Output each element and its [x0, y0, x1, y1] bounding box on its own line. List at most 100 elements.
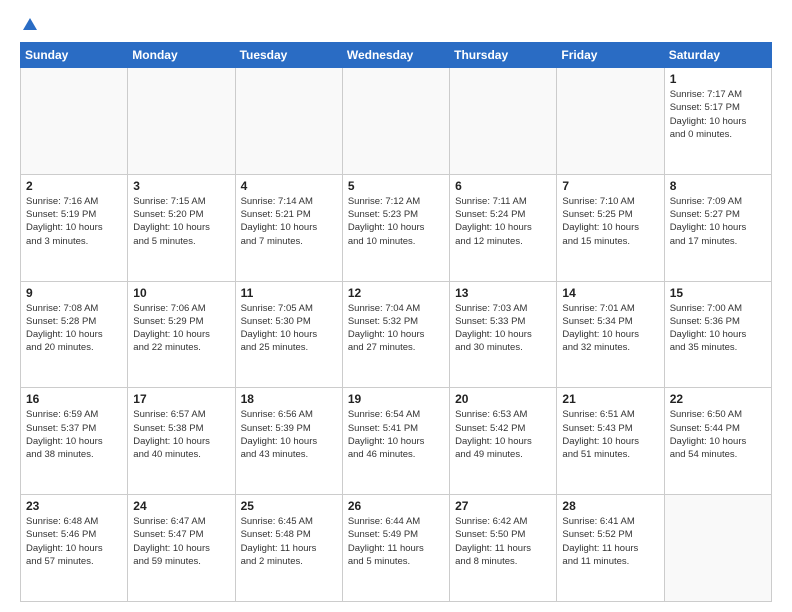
day-number: 3 [133, 179, 229, 193]
table-row: 24 Sunrise: 6:47 AM Sunset: 5:47 PM Dayli… [128, 495, 235, 602]
table-row: 16 Sunrise: 6:59 AM Sunset: 5:37 PM Dayli… [21, 388, 128, 495]
table-row: 28 Sunrise: 6:41 AM Sunset: 5:52 PM Dayli… [557, 495, 664, 602]
day-info: Sunrise: 7:08 AM Sunset: 5:28 PM Dayligh… [26, 302, 122, 355]
day-number: 6 [455, 179, 551, 193]
table-row [21, 68, 128, 175]
day-number: 28 [562, 499, 658, 513]
day-number: 16 [26, 392, 122, 406]
header [20, 16, 772, 32]
calendar-week-row: 23Sunrise: 6:48 AM Sunset: 5:46 PM Dayli… [21, 495, 772, 602]
table-row: 25 Sunrise: 6:45 AM Sunset: 5:48 PM Dayli… [235, 495, 342, 602]
table-row: 9 Sunrise: 7:08 AM Sunset: 5:28 PM Daylig… [21, 281, 128, 388]
table-row: 2 Sunrise: 7:16 AM Sunset: 5:19 PM Daylig… [21, 174, 128, 281]
calendar-week-row: 1 Sunrise: 7:17 AM Sunset: 5:17 PM Daylig… [21, 68, 772, 175]
day-number: 25 [241, 499, 337, 513]
day-info: Sunrise: 6:53 AM Sunset: 5:42 PM Dayligh… [455, 408, 551, 461]
table-row: 19 Sunrise: 6:54 AM Sunset: 5:41 PM Dayli… [342, 388, 449, 495]
col-sunday: Sunday [21, 43, 128, 68]
day-number: 27 [455, 499, 551, 513]
day-number: 17 [133, 392, 229, 406]
table-row: 27 Sunrise: 6:42 AM Sunset: 5:50 PM Dayli… [450, 495, 557, 602]
table-row: 21 Sunrise: 6:51 AM Sunset: 5:43 PM Dayli… [557, 388, 664, 495]
table-row: 14 Sunrise: 7:01 AM Sunset: 5:34 PM Dayli… [557, 281, 664, 388]
day-info: Sunrise: 7:12 AM Sunset: 5:23 PM Dayligh… [348, 195, 444, 248]
table-row: 10 Sunrise: 7:06 AM Sunset: 5:29 PM Dayli… [128, 281, 235, 388]
day-number: 8 [670, 179, 766, 193]
day-info: Sunrise: 7:14 AM Sunset: 5:21 PM Dayligh… [241, 195, 337, 248]
day-number: 11 [241, 286, 337, 300]
table-row [235, 68, 342, 175]
table-row: 23Sunrise: 6:48 AM Sunset: 5:46 PM Dayli… [21, 495, 128, 602]
calendar-week-row: 9 Sunrise: 7:08 AM Sunset: 5:28 PM Daylig… [21, 281, 772, 388]
day-info: Sunrise: 6:57 AM Sunset: 5:38 PM Dayligh… [133, 408, 229, 461]
logo [20, 16, 40, 32]
table-row: 22 Sunrise: 6:50 AM Sunset: 5:44 PM Dayli… [664, 388, 771, 495]
day-number: 13 [455, 286, 551, 300]
day-number: 19 [348, 392, 444, 406]
page: Sunday Monday Tuesday Wednesday Thursday… [0, 0, 792, 612]
table-row [557, 68, 664, 175]
calendar-header-row: Sunday Monday Tuesday Wednesday Thursday… [21, 43, 772, 68]
day-number: 7 [562, 179, 658, 193]
table-row: 1 Sunrise: 7:17 AM Sunset: 5:17 PM Daylig… [664, 68, 771, 175]
table-row: 4 Sunrise: 7:14 AM Sunset: 5:21 PM Daylig… [235, 174, 342, 281]
day-info: Sunrise: 7:15 AM Sunset: 5:20 PM Dayligh… [133, 195, 229, 248]
day-info: Sunrise: 7:09 AM Sunset: 5:27 PM Dayligh… [670, 195, 766, 248]
day-info: Sunrise: 7:03 AM Sunset: 5:33 PM Dayligh… [455, 302, 551, 355]
day-info: Sunrise: 6:41 AM Sunset: 5:52 PM Dayligh… [562, 515, 658, 568]
table-row: 26 Sunrise: 6:44 AM Sunset: 5:49 PM Dayli… [342, 495, 449, 602]
table-row: 3 Sunrise: 7:15 AM Sunset: 5:20 PM Daylig… [128, 174, 235, 281]
table-row [664, 495, 771, 602]
day-number: 5 [348, 179, 444, 193]
table-row: 6Sunrise: 7:11 AM Sunset: 5:24 PM Daylig… [450, 174, 557, 281]
table-row [128, 68, 235, 175]
day-info: Sunrise: 6:59 AM Sunset: 5:37 PM Dayligh… [26, 408, 122, 461]
table-row: 8 Sunrise: 7:09 AM Sunset: 5:27 PM Daylig… [664, 174, 771, 281]
col-wednesday: Wednesday [342, 43, 449, 68]
col-friday: Friday [557, 43, 664, 68]
day-info: Sunrise: 6:54 AM Sunset: 5:41 PM Dayligh… [348, 408, 444, 461]
day-info: Sunrise: 7:10 AM Sunset: 5:25 PM Dayligh… [562, 195, 658, 248]
day-number: 9 [26, 286, 122, 300]
day-info: Sunrise: 7:06 AM Sunset: 5:29 PM Dayligh… [133, 302, 229, 355]
table-row: 5 Sunrise: 7:12 AM Sunset: 5:23 PM Daylig… [342, 174, 449, 281]
col-saturday: Saturday [664, 43, 771, 68]
day-info: Sunrise: 6:48 AM Sunset: 5:46 PM Dayligh… [26, 515, 122, 568]
calendar-week-row: 2 Sunrise: 7:16 AM Sunset: 5:19 PM Daylig… [21, 174, 772, 281]
day-number: 12 [348, 286, 444, 300]
day-number: 2 [26, 179, 122, 193]
logo-icon [21, 16, 39, 34]
table-row [450, 68, 557, 175]
day-number: 21 [562, 392, 658, 406]
day-number: 1 [670, 72, 766, 86]
table-row: 15Sunrise: 7:00 AM Sunset: 5:36 PM Dayli… [664, 281, 771, 388]
day-info: Sunrise: 7:01 AM Sunset: 5:34 PM Dayligh… [562, 302, 658, 355]
day-info: Sunrise: 6:56 AM Sunset: 5:39 PM Dayligh… [241, 408, 337, 461]
day-info: Sunrise: 6:51 AM Sunset: 5:43 PM Dayligh… [562, 408, 658, 461]
day-info: Sunrise: 6:44 AM Sunset: 5:49 PM Dayligh… [348, 515, 444, 568]
day-number: 24 [133, 499, 229, 513]
day-info: Sunrise: 7:17 AM Sunset: 5:17 PM Dayligh… [670, 88, 766, 141]
table-row [342, 68, 449, 175]
table-row: 12 Sunrise: 7:04 AM Sunset: 5:32 PM Dayli… [342, 281, 449, 388]
day-info: Sunrise: 6:45 AM Sunset: 5:48 PM Dayligh… [241, 515, 337, 568]
day-number: 20 [455, 392, 551, 406]
day-number: 18 [241, 392, 337, 406]
day-info: Sunrise: 7:16 AM Sunset: 5:19 PM Dayligh… [26, 195, 122, 248]
calendar-week-row: 16 Sunrise: 6:59 AM Sunset: 5:37 PM Dayli… [21, 388, 772, 495]
day-number: 26 [348, 499, 444, 513]
day-info: Sunrise: 6:50 AM Sunset: 5:44 PM Dayligh… [670, 408, 766, 461]
day-number: 4 [241, 179, 337, 193]
day-info: Sunrise: 6:47 AM Sunset: 5:47 PM Dayligh… [133, 515, 229, 568]
day-number: 10 [133, 286, 229, 300]
table-row: 17 Sunrise: 6:57 AM Sunset: 5:38 PM Dayli… [128, 388, 235, 495]
col-thursday: Thursday [450, 43, 557, 68]
day-number: 22 [670, 392, 766, 406]
day-number: 14 [562, 286, 658, 300]
table-row: 11Sunrise: 7:05 AM Sunset: 5:30 PM Dayli… [235, 281, 342, 388]
day-info: Sunrise: 6:42 AM Sunset: 5:50 PM Dayligh… [455, 515, 551, 568]
day-info: Sunrise: 7:04 AM Sunset: 5:32 PM Dayligh… [348, 302, 444, 355]
day-number: 15 [670, 286, 766, 300]
col-monday: Monday [128, 43, 235, 68]
calendar-table: Sunday Monday Tuesday Wednesday Thursday… [20, 42, 772, 602]
